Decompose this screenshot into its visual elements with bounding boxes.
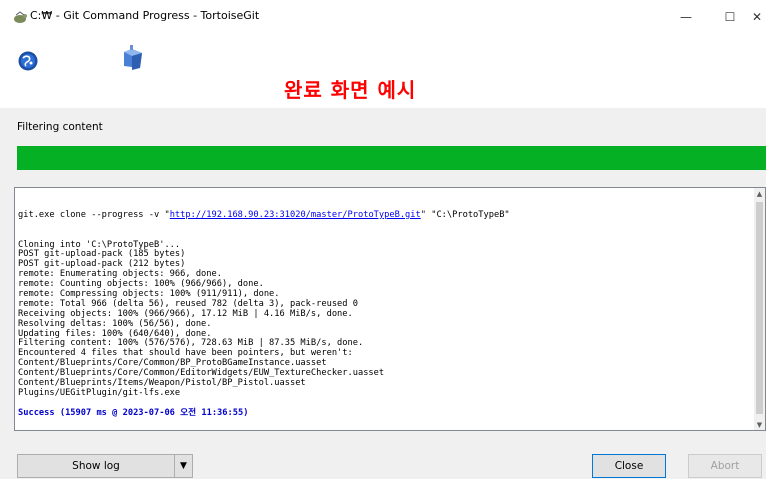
tortoisegit-app-icon xyxy=(14,11,27,23)
scroll-down-arrow-icon[interactable]: ▼ xyxy=(754,419,765,430)
log-command-prefix: git.exe clone --progress -v " xyxy=(18,209,170,220)
maximize-button[interactable]: ☐ xyxy=(708,0,752,34)
folder-icon xyxy=(124,45,142,70)
globe-icon xyxy=(18,51,38,71)
log-command-line: git.exe clone --progress -v "http://192.… xyxy=(18,209,748,221)
show-log-button[interactable]: Show log xyxy=(17,454,175,478)
minimize-button[interactable]: — xyxy=(664,0,708,34)
completion-banner: 완료 화면 예시 xyxy=(284,78,417,102)
log-success-line: Success (15907 ms @ 2023-07-06 오전 11:36:… xyxy=(18,407,249,418)
close-button[interactable]: Close xyxy=(592,454,666,478)
window-title: C:₩ - Git Command Progress - TortoiseGit xyxy=(30,9,260,22)
progress-bar xyxy=(17,146,766,170)
close-window-button[interactable]: ✕ xyxy=(752,0,766,34)
title-bar: C:₩ - Git Command Progress - TortoiseGit… xyxy=(0,0,766,34)
repo-url-link[interactable]: http://192.168.90.23:31020/master/ProtoT… xyxy=(170,210,421,220)
show-log-dropdown-icon[interactable]: ▼ xyxy=(174,454,193,478)
log-line: Plugins/UEGitPlugin/git-lfs.exe xyxy=(18,387,181,398)
progress-fill xyxy=(17,146,766,170)
log-command-suffix: " "C:\ProtoTypeB" xyxy=(420,209,510,220)
log-output[interactable]: git.exe clone --progress -v "http://192.… xyxy=(14,187,766,431)
scroll-thumb[interactable] xyxy=(756,202,763,414)
scroll-up-arrow-icon[interactable]: ▲ xyxy=(754,188,765,199)
log-scrollbar[interactable]: ▲ ▼ xyxy=(754,188,765,430)
log-text: git.exe clone --progress -v "http://192.… xyxy=(18,191,748,419)
status-label: Filtering content xyxy=(17,121,103,133)
abort-button: Abort xyxy=(688,454,762,478)
